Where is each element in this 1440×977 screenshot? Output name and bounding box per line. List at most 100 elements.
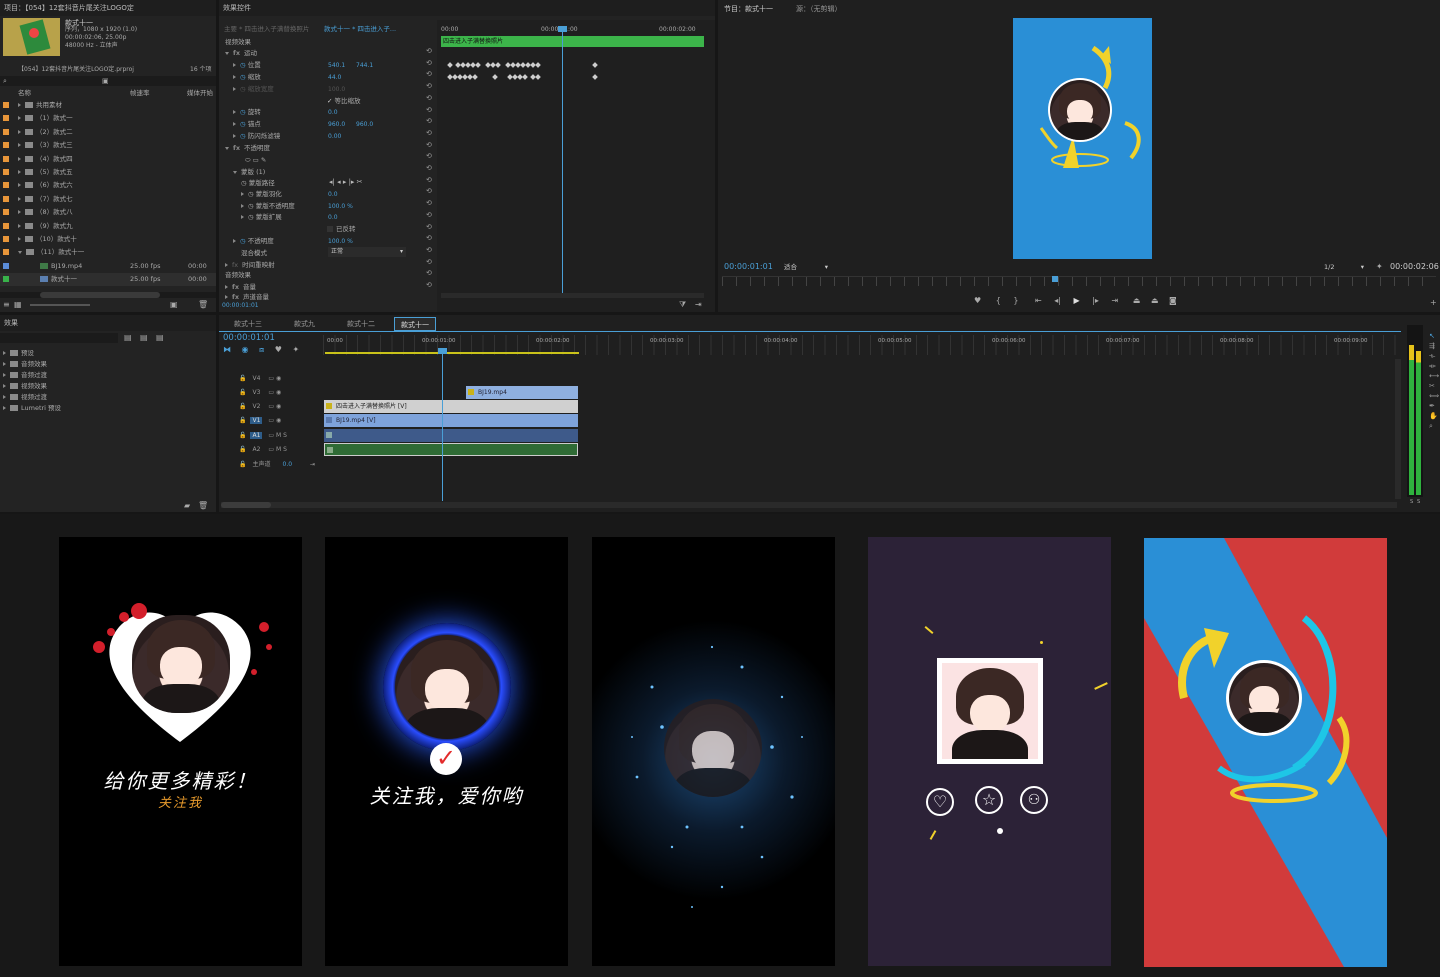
list-view-icon[interactable]: ≡	[3, 300, 10, 310]
snap-icon[interactable]: ⧓	[223, 345, 231, 354]
mask-opacity-value[interactable]: 100.0 %	[328, 201, 353, 212]
project-panel-title[interactable]: 项目：【054】12套抖音片尾关注LOGO定	[0, 0, 216, 16]
track-header-v2[interactable]: 🔓 V2 ▭ ◉	[219, 400, 323, 414]
step-forward-icon[interactable]: |▸	[1092, 296, 1099, 305]
zoom-tool-icon[interactable]: ⌕	[1429, 422, 1433, 430]
track-header-v4[interactable]: 🔓 V4 ▭ ◉	[219, 372, 323, 386]
ec-playhead-handle[interactable]	[558, 26, 567, 32]
effects-search-input[interactable]	[0, 333, 118, 343]
list-item[interactable]: （1）款式一	[0, 112, 216, 125]
go-to-out-icon[interactable]: ⇥	[1111, 296, 1118, 305]
blend-mode-select[interactable]: 正常 ▾	[328, 247, 406, 257]
effects-item[interactable]: Lumetri 预设	[3, 402, 61, 415]
play-icon[interactable]: ▶	[1074, 296, 1080, 305]
opacity-value[interactable]: 100.0 %	[328, 236, 353, 247]
ec-clip-bar[interactable]: 四击进入子满替换照片	[441, 36, 704, 47]
work-area-bar[interactable]	[325, 352, 579, 354]
list-item[interactable]: BJ19.mp4 25.00 fps 00:00	[0, 260, 216, 273]
track-select-tool-icon[interactable]: ⇶	[1429, 342, 1435, 350]
list-item[interactable]: 共用素材	[0, 99, 216, 112]
effect-controls-title[interactable]: 效果控件	[219, 0, 715, 16]
track-header-a1[interactable]: 🔓 A1 ▭ M S	[219, 429, 323, 443]
program-timecode[interactable]: 00:00:01:01	[724, 261, 773, 272]
32bit-effects-icon[interactable]: ▤	[140, 333, 148, 343]
rolling-edit-tool-icon[interactable]: ⟚	[1429, 362, 1436, 370]
lift-icon[interactable]: ⏏	[1133, 296, 1141, 305]
pen-tool-icon[interactable]: ✒	[1429, 402, 1435, 410]
slip-tool-icon[interactable]: ⟺	[1429, 392, 1439, 400]
icon-view-icon[interactable]: ▦	[14, 300, 22, 310]
timeline-tab[interactable]: 款式九	[294, 317, 315, 331]
list-item[interactable]: （6）款式六	[0, 179, 216, 192]
timeline-tab[interactable]: 款式十三	[234, 317, 262, 331]
clip-v1-bj19[interactable]: BJ19.mp4 [V]	[324, 414, 578, 427]
mask-feather-value[interactable]: 0.0	[328, 189, 338, 200]
rect-mask-icon[interactable]: ▭	[253, 156, 261, 164]
linked-selection-icon[interactable]: ◉	[242, 345, 249, 354]
clip-v2-replace-photo[interactable]: 四击进入子满替换照片 [V]	[324, 400, 578, 413]
mask-track-controls[interactable]: ◂| ◂ ▸ |▸ ✂	[329, 177, 363, 188]
razor-tool-icon[interactable]: ✂	[1429, 382, 1435, 390]
zoom-slider[interactable]	[30, 304, 90, 306]
ellipse-mask-icon[interactable]: ⬭	[245, 156, 253, 164]
clip-a1-audio[interactable]	[324, 429, 578, 442]
program-time-ruler[interactable]	[722, 276, 1436, 286]
timeline-playhead[interactable]	[442, 349, 443, 501]
trash-icon[interactable]: 🗑	[198, 300, 208, 310]
meter-solo-right[interactable]: S	[1417, 498, 1420, 506]
list-item[interactable]: （4）款式四	[0, 153, 216, 166]
camera-icon[interactable]: ◙	[1169, 296, 1177, 305]
list-item[interactable]: （8）款式八	[0, 206, 216, 219]
ec-scrollbar[interactable]	[441, 293, 704, 298]
mark-in-icon[interactable]: {	[996, 296, 1001, 305]
extract-icon[interactable]: ⏏	[1151, 296, 1159, 305]
hand-tool-icon[interactable]: ✋	[1429, 412, 1438, 420]
track-header-v3[interactable]: 🔓 V3 ▭ ◉	[219, 386, 323, 400]
program-tab[interactable]: 节目：款式十一	[724, 2, 773, 16]
column-start[interactable]: 媒体开始	[187, 88, 213, 99]
yuv-effects-icon[interactable]: ▤	[156, 333, 164, 343]
mark-out-icon[interactable]: }	[1013, 296, 1018, 305]
timeline-vscroll[interactable]	[1395, 359, 1401, 499]
sequence-clip-label[interactable]: 款式十一 * 四击进入子...	[324, 24, 396, 35]
list-item[interactable]: （7）款式七	[0, 193, 216, 206]
add-button-icon[interactable]: +	[1430, 298, 1437, 308]
add-marker-icon[interactable]: ♥	[275, 345, 282, 354]
position-x-value[interactable]: 540.1	[328, 60, 345, 71]
new-bin-icon[interactable]: ▰	[184, 501, 190, 511]
selection-tool-icon[interactable]: ↖	[1429, 332, 1435, 340]
timeline-hscroll[interactable]	[221, 502, 1397, 508]
export-frame-icon[interactable]: ⇥	[695, 300, 702, 310]
list-item[interactable]: 款式十一 25.00 fps 00:00	[0, 273, 216, 287]
list-item[interactable]: （5）款式五	[0, 166, 216, 179]
settings-wrench-icon[interactable]: ✦	[1376, 262, 1383, 272]
track-header-master[interactable]: 🔓 主声道 0.0 ⇥	[219, 458, 323, 472]
clip-v3-bj19[interactable]: BJ19.mp4	[466, 386, 578, 399]
list-item[interactable]: （11）款式十一	[0, 246, 216, 259]
column-fps[interactable]: 帧速率	[130, 88, 150, 99]
track-header-a2[interactable]: 🔓 A2 ▭ M S	[219, 443, 323, 457]
anchor-x-value[interactable]: 960.0	[328, 119, 345, 130]
step-back-icon[interactable]: ◂|	[1054, 296, 1061, 305]
go-to-in-icon[interactable]: ⇤	[1035, 296, 1042, 305]
source-tab[interactable]: 源：（无剪辑）	[796, 2, 842, 16]
timeline-settings-icon[interactable]: ✦	[292, 345, 299, 354]
new-item-icon[interactable]: ▣	[170, 300, 178, 310]
list-item[interactable]: （2）款式二	[0, 126, 216, 139]
timeline-timecode[interactable]: 00:00:01:01	[223, 333, 275, 344]
list-item[interactable]: （10）款式十	[0, 233, 216, 246]
antiflicker-value[interactable]: 0.00	[328, 131, 341, 142]
clip-a2-audio[interactable]	[324, 443, 578, 456]
new-bin-icon[interactable]: ▣	[102, 76, 109, 86]
position-y-value[interactable]: 744.1	[356, 60, 373, 71]
ec-row-mask-expansion[interactable]: ◷ 蒙版扩展	[241, 211, 282, 224]
meter-solo-left[interactable]: S	[1410, 498, 1413, 506]
fit-select[interactable]: 适合 ▾	[784, 262, 830, 272]
ripple-edit-tool-icon[interactable]: ⟛	[1429, 352, 1435, 360]
column-name[interactable]: 名称	[18, 88, 31, 99]
insert-sequence-icon[interactable]: ⧈	[259, 345, 264, 354]
list-item[interactable]: （9）款式九	[0, 220, 216, 233]
filter-icon[interactable]: ⧩	[679, 300, 686, 310]
effects-panel-title[interactable]: 效果	[0, 315, 216, 331]
program-playhead[interactable]	[1052, 276, 1058, 282]
